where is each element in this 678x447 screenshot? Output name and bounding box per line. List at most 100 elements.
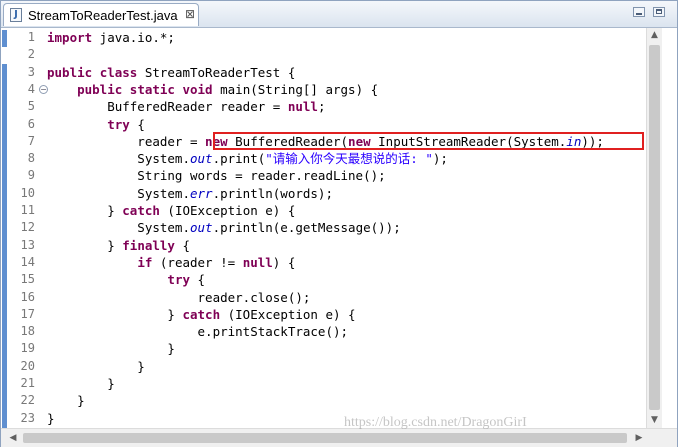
line-number: 3: [27, 64, 35, 79]
code-line: }: [47, 358, 145, 375]
maximize-button[interactable]: [653, 7, 665, 17]
keyword-token: public: [47, 64, 93, 80]
code-token: }: [47, 410, 55, 426]
code-line: if (reader != null) {: [47, 254, 295, 271]
code-token: System.: [47, 185, 190, 201]
code-line: }: [47, 392, 85, 409]
line-number-gutter: 1 2 3 4−5 6 7 8 9 10 11 12 13 14 15 16 17 18 19 20 21 22 23: [7, 28, 48, 428]
code-token: (IOException e) {: [159, 203, 296, 218]
java-file-icon: J: [10, 8, 22, 22]
line-number: 13: [20, 237, 35, 252]
keyword-token: try: [107, 116, 130, 132]
code-token: (reader !=: [152, 254, 243, 270]
code-token: {: [129, 116, 145, 132]
editor-tab-streamtoreadertest[interactable]: J StreamToReaderTest.java ⊠: [3, 3, 199, 26]
keyword-token: void: [182, 81, 213, 97]
line-number: 12: [20, 220, 35, 235]
line-number: 2: [27, 47, 35, 62]
code-line: } catch (IOException e) {: [47, 202, 295, 219]
tab-title: StreamToReaderTest.java: [28, 8, 178, 23]
line-number: 7: [27, 133, 35, 148]
vertical-scrollbar[interactable]: ▲ ▼: [646, 28, 662, 428]
code-token: e.printStackTrace();: [47, 324, 349, 340]
code-token: String words = reader.readLine();: [47, 168, 386, 184]
code-line: public class StreamToReaderTest {: [47, 64, 295, 81]
keyword-token: catch: [122, 203, 160, 218]
code-line: BufferedReader reader = null;: [47, 98, 325, 115]
horizontal-scrollbar[interactable]: ◀ ▶: [1, 428, 677, 447]
keyword-token: static: [129, 81, 175, 97]
scroll-down-arrow-icon[interactable]: ▼: [647, 413, 662, 428]
code-line: }: [47, 410, 55, 427]
field-token: out: [190, 220, 213, 236]
close-icon[interactable]: ⊠: [185, 7, 195, 21]
code-line: System.err.println(words);: [47, 185, 333, 202]
overview-ruler: [662, 28, 677, 428]
code-line: try {: [47, 116, 145, 133]
code-line: String words = reader.readLine();: [47, 167, 386, 184]
line-number: 14: [20, 254, 35, 269]
line-number: 10: [20, 185, 35, 200]
code-token: }: [47, 376, 115, 391]
code-token: java.io.*;: [92, 30, 175, 45]
line-number: 23: [20, 410, 35, 425]
code-token: ;: [317, 99, 326, 115]
code-line: public static void main(String[] args) {: [47, 81, 378, 98]
vertical-scroll-thumb[interactable]: [649, 45, 660, 410]
code-token: }: [47, 341, 175, 357]
code-line: System.out.print("请输入你今天最想说的话: ");: [47, 150, 448, 167]
string-token: "请输入你今天最想说的话: ": [265, 151, 433, 167]
code-token: {: [190, 272, 206, 288]
line-number: 21: [20, 376, 35, 390]
field-token: out: [190, 151, 213, 167]
code-token: BufferedReader reader =: [47, 99, 288, 115]
code-line: }: [47, 340, 175, 357]
code-token: }: [47, 358, 145, 374]
code-token: .println(words);: [212, 185, 333, 201]
code-token: }: [47, 306, 183, 322]
line-number: 20: [20, 358, 35, 373]
field-token: err: [190, 185, 213, 201]
code-line: } catch (IOException e) {: [47, 306, 355, 323]
line-number: 15: [20, 272, 35, 287]
code-token: }: [47, 203, 123, 218]
line-number: 19: [20, 341, 35, 356]
highlight-box: [213, 132, 644, 150]
minimize-button[interactable]: [633, 7, 645, 17]
code-line: e.printStackTrace();: [47, 323, 349, 340]
editor-window: J StreamToReaderTest.java ⊠ 1 2 3 4−5 6 7 8 9 10…: [0, 0, 678, 447]
keyword-token: if: [137, 254, 153, 270]
code-token: ) {: [272, 254, 296, 270]
line-number: 4: [27, 81, 35, 96]
code-token: reader =: [47, 133, 206, 149]
code-line: import java.io.*;: [47, 29, 175, 46]
code-token: .println(e.getMessage());: [212, 220, 401, 236]
scroll-left-arrow-icon[interactable]: ◀: [5, 430, 21, 446]
code-editor[interactable]: 1 2 3 4−5 6 7 8 9 10 11 12 13 14 15 16 17 18 19 20 21 22 23 i…: [1, 28, 677, 428]
code-token: reader.close();: [47, 289, 311, 305]
code-line: reader.close();: [47, 289, 311, 306]
line-number: 18: [20, 324, 35, 339]
scroll-right-arrow-icon[interactable]: ▶: [631, 430, 647, 446]
editor-tab-bar: J StreamToReaderTest.java ⊠: [1, 1, 677, 28]
line-number: 16: [20, 289, 35, 304]
code-token: main(String[] args) {: [212, 81, 379, 97]
keyword-token: try: [167, 272, 190, 288]
line-number: 6: [27, 116, 35, 131]
line-number: 1: [27, 30, 35, 44]
watermark: https://blog.csdn.net/DragonGirI: [344, 415, 527, 430]
line-number: 8: [27, 151, 35, 166]
line-number: 11: [20, 203, 35, 217]
scroll-up-arrow-icon[interactable]: ▲: [647, 28, 662, 43]
code-token: }: [47, 237, 123, 253]
line-number: 9: [27, 168, 35, 183]
code-line: }: [47, 375, 115, 392]
code-token: System.: [47, 220, 190, 236]
horizontal-scroll-thumb[interactable]: [23, 433, 627, 443]
quick-diff-ruler: [1, 28, 7, 428]
line-number: 22: [20, 393, 35, 408]
